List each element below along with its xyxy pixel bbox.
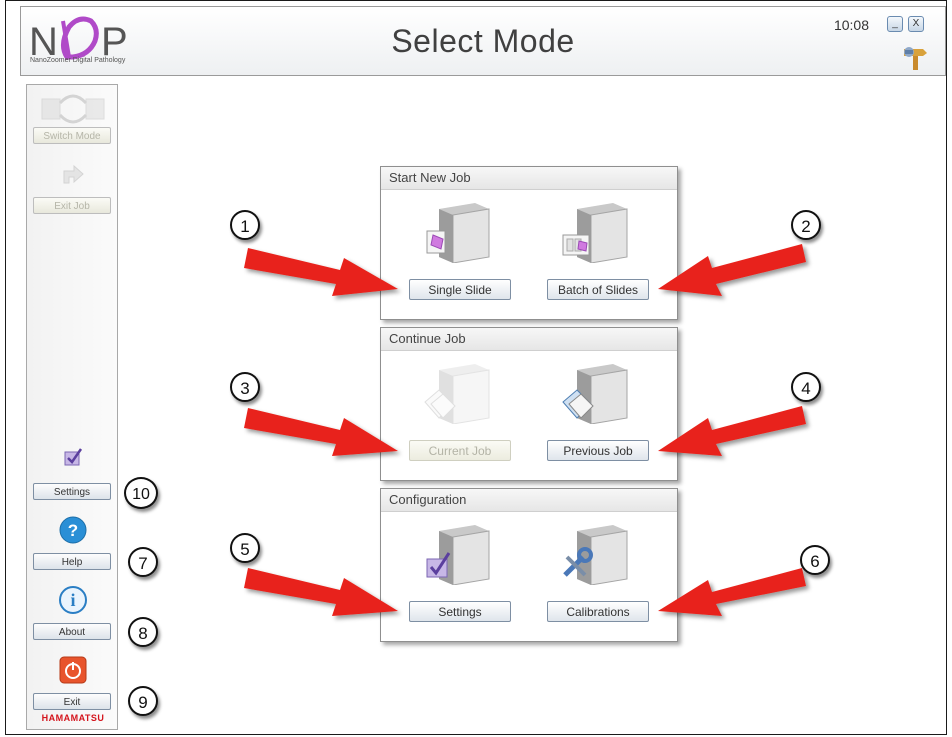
callout-1: 1 (230, 210, 260, 240)
continue-job-panel: Continue Job Current Job Previous Job (380, 327, 678, 481)
config-settings-button[interactable]: Settings (409, 601, 511, 622)
previous-job-button[interactable]: Previous Job (547, 440, 649, 461)
clock: 10:08 (833, 17, 869, 33)
callout-5: 5 (230, 533, 260, 563)
start-new-job-panel: Start New Job Single Slide Batch of Slid… (380, 166, 678, 320)
calibrations-button[interactable]: Calibrations (547, 601, 649, 622)
callout-4: 4 (791, 372, 821, 402)
switch-mode-button[interactable]: Switch Mode (33, 127, 111, 144)
tools-icon[interactable] (901, 43, 929, 71)
sidebar-settings-button[interactable]: Settings (33, 483, 111, 500)
current-job-button[interactable]: Current Job (409, 440, 511, 461)
current-job-scanner-icon (423, 362, 495, 425)
hamamatsu-logo: HAMAMATSU (41, 713, 105, 723)
sidebar: Switch Mode Exit Job Settings ? Help i A… (26, 84, 118, 730)
settings-scanner-icon (423, 523, 495, 586)
exit-job-icon (27, 163, 119, 187)
callout-7: 7 (128, 547, 158, 577)
panel-title: Continue Job (381, 328, 677, 351)
single-slide-button[interactable]: Single Slide (409, 279, 511, 300)
svg-text:?: ? (68, 521, 78, 540)
single-slide-scanner-icon (423, 201, 495, 264)
callout-8: 8 (128, 617, 158, 647)
panel-title: Start New Job (381, 167, 677, 190)
panel-title: Configuration (381, 489, 677, 512)
help-icon: ? (27, 515, 119, 545)
batch-scanner-icon (561, 201, 633, 264)
previous-job-scanner-icon (561, 362, 633, 425)
about-button[interactable]: About (33, 623, 111, 640)
callout-6: 6 (800, 545, 830, 575)
configuration-panel: Configuration Settings Calibrations (380, 488, 678, 642)
exit-button[interactable]: Exit (33, 693, 111, 710)
callout-3: 3 (230, 372, 260, 402)
svg-text:i: i (70, 590, 75, 610)
minimize-button[interactable]: _ (887, 16, 903, 32)
settings-checkbox-icon (27, 447, 119, 467)
calibrations-scanner-icon (561, 523, 633, 586)
power-icon (27, 655, 119, 685)
callout-10: 10 (124, 477, 158, 509)
about-icon: i (27, 585, 119, 615)
callout-2: 2 (791, 210, 821, 240)
close-button[interactable]: X (908, 16, 924, 32)
exit-job-button[interactable]: Exit Job (33, 197, 111, 214)
switch-mode-icon (27, 89, 119, 125)
batch-of-slides-button[interactable]: Batch of Slides (547, 279, 649, 300)
page-title: Select Mode (391, 23, 575, 59)
app-header: N P NanoZoomer Digital Pathology Select … (20, 6, 946, 76)
help-button[interactable]: Help (33, 553, 111, 570)
callout-9: 9 (128, 686, 158, 716)
